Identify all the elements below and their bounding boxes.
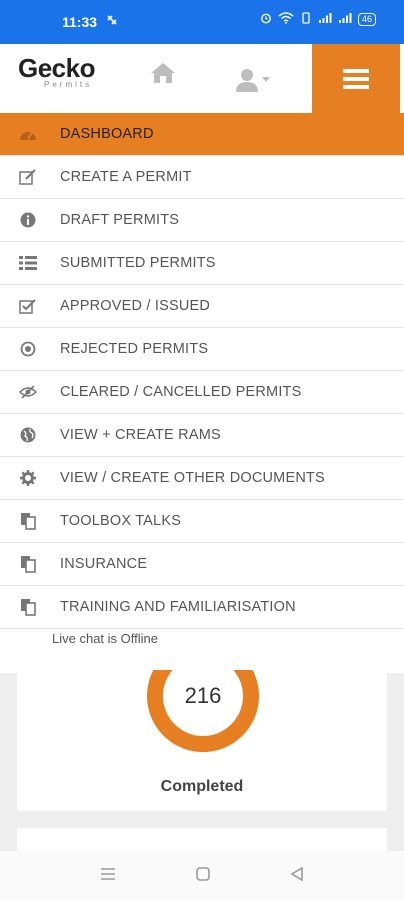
globe-icon [18, 425, 38, 445]
edit-icon [18, 167, 38, 187]
list-icon [18, 253, 38, 273]
logo-subtext: Permits [44, 80, 93, 89]
menu-label: DASHBOARD [60, 126, 154, 142]
gecko-logo[interactable]: Gecko Permits [18, 53, 96, 89]
signal-icon [318, 12, 332, 27]
caret-down-icon [262, 77, 270, 82]
alarm-icon [260, 12, 272, 27]
user-icon [236, 69, 258, 92]
home-nav-button[interactable] [196, 866, 210, 885]
home-icon [151, 63, 175, 83]
menu-label: REJECTED PERMITS [60, 341, 209, 357]
menu-item-toolbox-talks[interactable]: TOOLBOX TALKS [0, 500, 404, 543]
side-menu: DASHBOARD CREATE A PERMIT DRAFT PERMITS … [0, 113, 404, 673]
completed-label: Completed [160, 778, 244, 795]
recent-apps-button[interactable] [100, 866, 116, 885]
hamburger-menu-button[interactable] [312, 44, 400, 113]
menu-item-draft-permits[interactable]: DRAFT PERMITS [0, 199, 404, 242]
completed-donut: 216 [147, 670, 259, 752]
status-bar: 11:33 46 [0, 0, 404, 44]
copy-icon [18, 554, 38, 574]
user-menu-button[interactable] [236, 62, 284, 98]
menu-label: TOOLBOX TALKS [60, 513, 182, 529]
gear-icon [18, 468, 38, 488]
dashboard-icon [18, 124, 38, 144]
menu-item-approved-issued[interactable]: APPROVED / ISSUED [0, 285, 404, 328]
copy-icon [18, 597, 38, 617]
checkbox-icon [18, 296, 38, 316]
wifi-icon [278, 12, 294, 27]
menu-label: APPROVED / ISSUED [60, 298, 211, 314]
menu-label: VIEW / CREATE OTHER DOCUMENTS [60, 470, 325, 486]
status-icons: 46 [260, 12, 376, 27]
menu-label: CREATE A PERMIT [60, 169, 192, 185]
notification-icon [106, 14, 118, 29]
menu-item-submitted-permits[interactable]: SUBMITTED PERMITS [0, 242, 404, 285]
menu-label: DRAFT PERMITS [60, 212, 180, 228]
target-icon [18, 339, 38, 359]
menu-label: SUBMITTED PERMITS [60, 255, 216, 271]
live-chat-status[interactable]: Live chat is Offline [0, 629, 404, 673]
menu-label: CLEARED / CANCELLED PERMITS [60, 384, 302, 400]
menu-item-training[interactable]: TRAINING AND FAMILIARISATION [0, 586, 404, 629]
completed-count: 216 [184, 683, 222, 708]
hamburger-icon [343, 68, 369, 89]
logo-text: Gecko [18, 53, 96, 83]
back-nav-button[interactable] [290, 866, 304, 885]
menu-item-create-permit[interactable]: CREATE A PERMIT [0, 156, 404, 199]
vibrate-icon [300, 12, 312, 27]
status-time: 11:33 [62, 14, 98, 30]
android-nav-bar [0, 851, 404, 900]
completed-card: 216 Completed [17, 670, 387, 811]
menu-item-rejected-permits[interactable]: REJECTED PERMITS [0, 328, 404, 371]
info-icon [18, 210, 38, 230]
menu-item-insurance[interactable]: INSURANCE [0, 543, 404, 586]
menu-item-other-documents[interactable]: VIEW / CREATE OTHER DOCUMENTS [0, 457, 404, 500]
copy-icon [18, 511, 38, 531]
battery-indicator: 46 [357, 13, 376, 26]
home-button[interactable] [150, 62, 186, 98]
menu-item-view-create-rams[interactable]: VIEW + CREATE RAMS [0, 414, 404, 457]
menu-label: VIEW + CREATE RAMS [60, 427, 221, 443]
eye-slash-icon [18, 382, 38, 402]
menu-label: TRAINING AND FAMILIARISATION [60, 599, 296, 615]
signal-icon-2 [338, 12, 352, 27]
menu-item-dashboard[interactable]: DASHBOARD [0, 113, 404, 156]
menu-label: INSURANCE [60, 556, 148, 572]
menu-item-cleared-cancelled[interactable]: CLEARED / CANCELLED PERMITS [0, 371, 404, 414]
